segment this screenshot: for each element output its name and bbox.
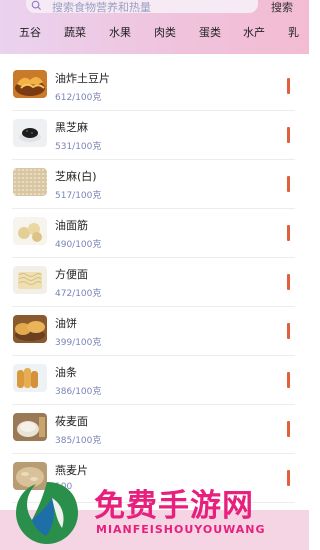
list-item[interactable]: 莜麦面 385/100克 <box>12 405 295 454</box>
tab-fruits[interactable]: 水果 <box>109 24 131 40</box>
food-name: 芝麻(白) <box>55 170 97 183</box>
list-item[interactable]: 油炸土豆片 612/100克 <box>12 62 295 111</box>
food-calories: 385/100克 <box>55 436 102 446</box>
oat-flour-thumb <box>13 413 47 441</box>
tab-seafood[interactable]: 水产 <box>243 24 265 40</box>
food-name: 莜麦面 <box>55 415 88 428</box>
list-item[interactable]: 油饼 399/100克 <box>12 307 295 356</box>
food-calories: 399/100克 <box>55 338 102 348</box>
category-tabs: 五谷 蔬菜 水果 肉类 蛋类 水产 乳 <box>0 24 309 44</box>
calorie-bar <box>287 78 290 94</box>
search-button[interactable]: 搜索 <box>271 0 293 15</box>
watermark-subtitle: MIANFEISHOUYOUWANG <box>96 523 266 536</box>
food-name: 油炸土豆片 <box>55 72 110 85</box>
white-sesame-thumb <box>13 168 47 196</box>
calorie-bar <box>287 176 290 192</box>
list-item[interactable]: 黑芝麻 531/100克 <box>12 111 295 160</box>
calorie-bar <box>287 127 290 143</box>
tab-meat[interactable]: 肉类 <box>154 24 176 40</box>
food-name: 燕麦片 <box>55 464 88 477</box>
food-name: 油饼 <box>55 317 77 330</box>
list-item[interactable]: 方便面 472/100克 <box>12 258 295 307</box>
list-item[interactable]: 油条 386/100克 <box>12 356 295 405</box>
tab-eggs[interactable]: 蛋类 <box>199 24 221 40</box>
food-calories: 612/100克 <box>55 93 102 103</box>
food-name: 黑芝麻 <box>55 121 88 134</box>
food-calories: 490/100克 <box>55 240 102 250</box>
tab-vegetables[interactable]: 蔬菜 <box>64 24 86 40</box>
food-calories: 386/100克 <box>55 387 102 397</box>
search-icon <box>31 0 42 11</box>
oatmeal-thumb <box>13 462 47 490</box>
food-name: 方便面 <box>55 268 88 281</box>
list-item[interactable]: 芝麻(白) 517/100克 <box>12 160 295 209</box>
instant-noodle-thumb <box>13 266 47 294</box>
tab-grains[interactable]: 五谷 <box>19 24 41 40</box>
food-name: 油面筋 <box>55 219 88 232</box>
calorie-bar <box>287 274 290 290</box>
black-sesame-thumb <box>13 119 47 147</box>
food-calories: 517/100克 <box>55 191 102 201</box>
tab-dairy[interactable]: 乳 <box>288 24 299 40</box>
calorie-bar <box>287 421 290 437</box>
food-name: 油条 <box>55 366 77 379</box>
header: 搜索食物营养和热量 搜索 五谷 蔬菜 水果 肉类 蛋类 水产 乳 <box>0 0 309 54</box>
list-item[interactable]: 燕麦片 100 <box>12 454 295 503</box>
food-calories: 100 <box>55 482 73 492</box>
fried-dough-stick-thumb <box>13 364 47 392</box>
watermark-band <box>0 510 309 550</box>
fries-thumb <box>13 70 47 98</box>
food-calories: 472/100克 <box>55 289 102 299</box>
food-calories: 531/100克 <box>55 142 102 152</box>
gluten-ball-thumb <box>13 217 47 245</box>
calorie-bar <box>287 323 290 339</box>
search-row: 搜索食物营养和热量 搜索 <box>0 0 309 14</box>
search-placeholder: 搜索食物营养和热量 <box>52 1 151 14</box>
fried-cake-thumb <box>13 315 47 343</box>
calorie-bar <box>287 225 290 241</box>
list-item[interactable]: 油面筋 490/100克 <box>12 209 295 258</box>
calorie-bar <box>287 372 290 388</box>
calorie-bar <box>287 470 290 486</box>
